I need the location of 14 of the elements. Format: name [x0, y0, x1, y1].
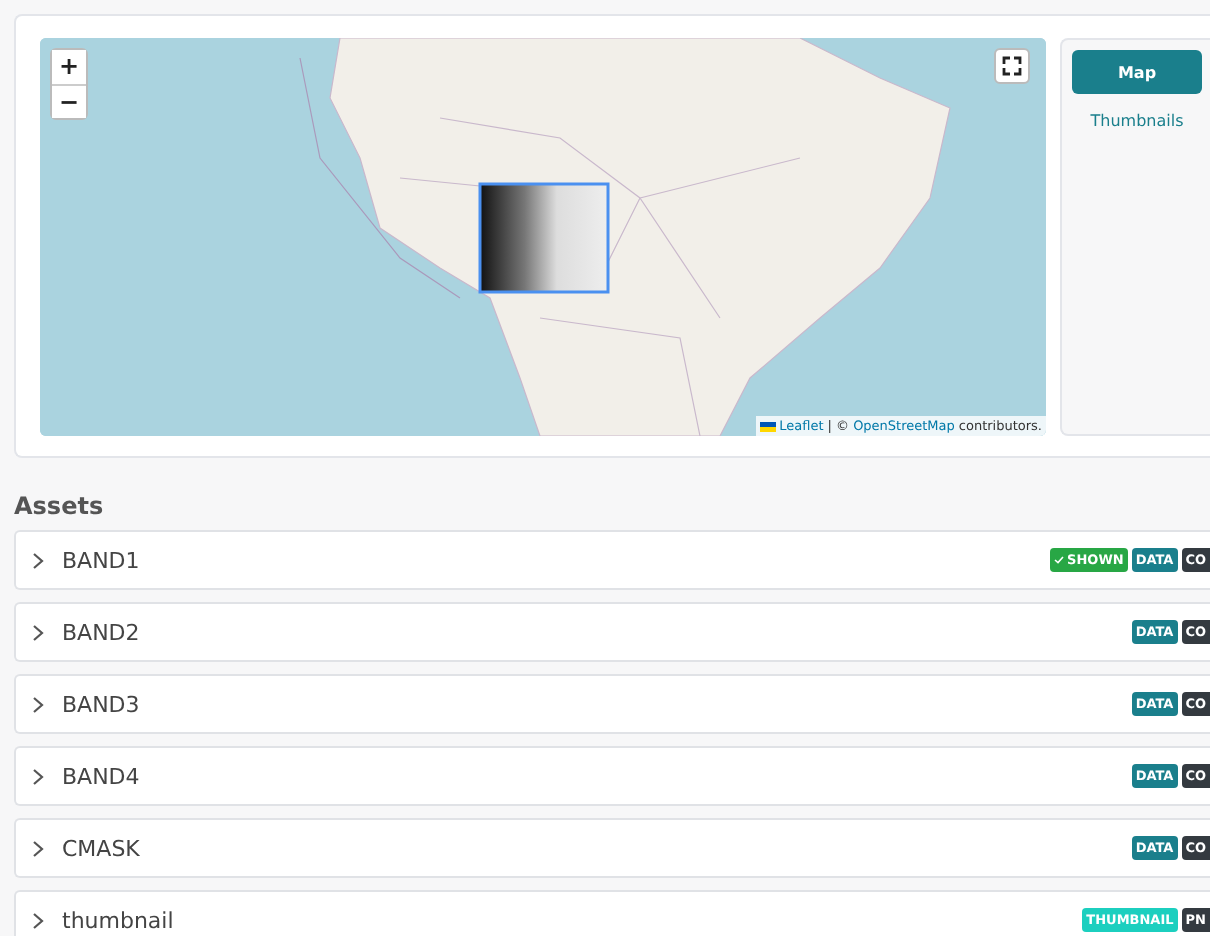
- zoom-out-button[interactable]: −: [52, 84, 86, 118]
- asset-name: BAND4: [62, 763, 142, 789]
- asset-name: thumbnail: [62, 907, 176, 933]
- assets-heading: Assets: [14, 492, 106, 520]
- fullscreen-button[interactable]: [994, 48, 1030, 84]
- asset-name: BAND1: [62, 547, 142, 573]
- fullscreen-icon: [1002, 56, 1022, 76]
- asset-name: CMASK: [62, 835, 142, 861]
- view-tab[interactable]: Map: [1072, 50, 1202, 94]
- asset-name: BAND3: [62, 691, 142, 717]
- asset-name: BAND2: [62, 619, 142, 645]
- raster-footprint: [478, 182, 610, 294]
- view-tab[interactable]: Thumbnails: [1072, 106, 1202, 134]
- flag-icon: [759, 421, 776, 431]
